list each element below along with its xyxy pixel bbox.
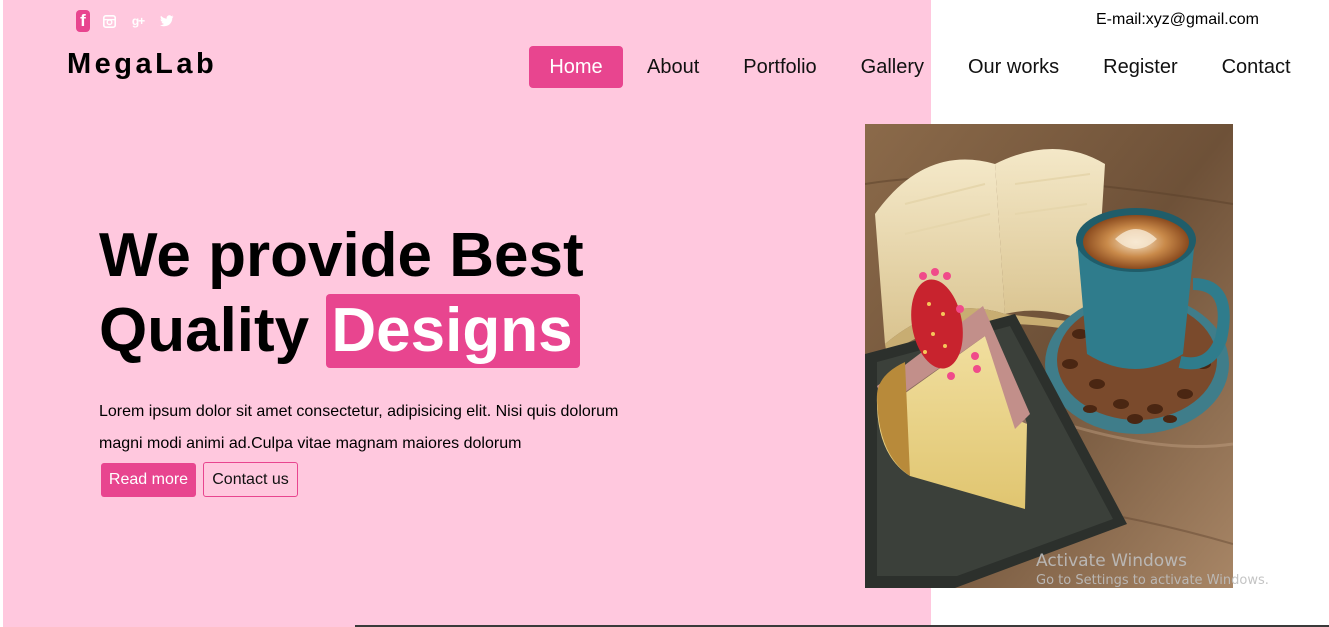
hero-title: We provide Best Quality Designs	[99, 218, 584, 368]
social-icons: f g+	[76, 10, 188, 32]
twitter-icon[interactable]	[160, 15, 174, 27]
windows-activation-watermark: Activate Windows Go to Settings to activ…	[1036, 550, 1269, 590]
hero-title-line2: Quality	[99, 296, 310, 365]
nav-our-works[interactable]: Our works	[968, 46, 1059, 88]
page: f g+ E-mail:xyz@gmail.com MegaLab Home A…	[0, 0, 1329, 627]
nav-portfolio[interactable]: Portfolio	[743, 46, 816, 88]
nav-register[interactable]: Register	[1103, 46, 1177, 88]
instagram-icon[interactable]	[103, 14, 116, 28]
brand-logo[interactable]: MegaLab	[67, 48, 217, 81]
nav-about[interactable]: About	[647, 46, 699, 88]
hero-buttons: Read more Contact us	[101, 462, 298, 497]
hero-description: Lorem ipsum dolor sit amet consectetur, …	[99, 403, 619, 452]
facebook-icon[interactable]: f	[76, 10, 90, 32]
nav-home[interactable]: Home	[529, 46, 623, 88]
hero-image	[865, 124, 1233, 588]
hero-title-line1: We provide Best	[99, 221, 584, 290]
watermark-subtitle: Go to Settings to activate Windows.	[1036, 573, 1269, 588]
hero-title-highlight: Designs	[326, 294, 580, 368]
nav-gallery[interactable]: Gallery	[861, 46, 924, 88]
email-text: E-mail:xyz@gmail.com	[1096, 11, 1259, 28]
google-plus-icon[interactable]: g+	[130, 14, 146, 28]
watermark-title: Activate Windows	[1036, 551, 1187, 571]
main-nav: Home About Portfolio Gallery Our works R…	[529, 46, 1291, 88]
read-more-button[interactable]: Read more	[101, 462, 196, 497]
contact-us-button[interactable]: Contact us	[203, 462, 298, 497]
nav-contact[interactable]: Contact	[1222, 46, 1291, 88]
